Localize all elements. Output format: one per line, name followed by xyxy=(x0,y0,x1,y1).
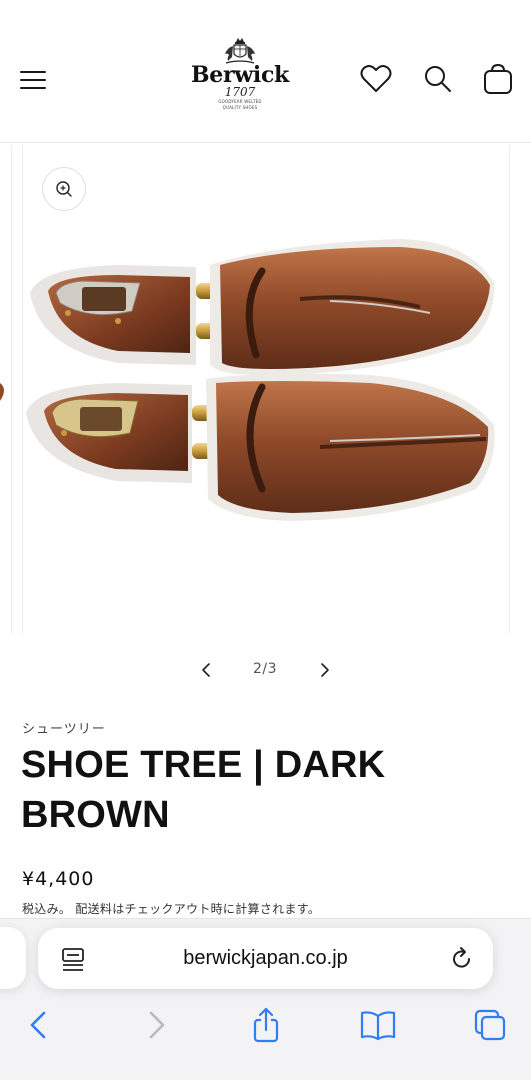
lower-shoe-tree xyxy=(26,373,495,521)
brand-tagline-2: QUALITY SHOES xyxy=(222,105,258,110)
browser-back-button[interactable] xyxy=(20,1005,60,1045)
share-icon[interactable] xyxy=(246,1005,286,1045)
product-price: ¥4,400 xyxy=(22,868,95,890)
reader-view-icon[interactable] xyxy=(60,945,86,973)
zoom-in-icon xyxy=(56,181,72,197)
zoom-button[interactable] xyxy=(42,167,86,211)
address-bar[interactable]: berwickjapan.co.jp xyxy=(38,928,493,989)
brand-logo[interactable]: Berwick 1707 GOODYEAR WELTED QUALITY SHO… xyxy=(190,36,290,124)
slide-counter: 2/3 xyxy=(252,661,278,677)
product-title: SHOE TREE | DARK BROWN xyxy=(21,744,386,836)
brand-tagline-1: GOODYEAR WELTED xyxy=(218,99,262,104)
slider-next-button[interactable] xyxy=(311,658,339,682)
browser-forward-button[interactable] xyxy=(135,1005,175,1045)
upper-shoe-tree xyxy=(30,239,495,375)
slider-prev-button[interactable] xyxy=(192,658,220,682)
cart-bag-icon[interactable] xyxy=(481,62,515,96)
tabs-icon[interactable] xyxy=(470,1005,510,1045)
url-text[interactable]: berwickjapan.co.jp xyxy=(108,947,423,970)
brand-name: Berwick xyxy=(190,62,290,88)
book-icon[interactable] xyxy=(358,1005,398,1045)
hamburger-menu-icon[interactable] xyxy=(19,66,49,94)
product-vendor: シューツリー xyxy=(22,722,106,737)
tax-shipping-note: 税込み。 配送料はチェックアウト時に計算されます。 xyxy=(22,902,321,916)
search-icon[interactable] xyxy=(421,62,455,96)
reload-icon[interactable] xyxy=(449,945,475,973)
slider-controls: 2/3 xyxy=(0,650,531,690)
previous-tab-peek[interactable] xyxy=(0,927,26,989)
shoe-tree-dark-brown-photo[interactable] xyxy=(0,143,531,635)
site-header: Berwick 1707 GOODYEAR WELTED QUALITY SHO… xyxy=(0,0,531,143)
heart-icon[interactable] xyxy=(359,62,393,96)
